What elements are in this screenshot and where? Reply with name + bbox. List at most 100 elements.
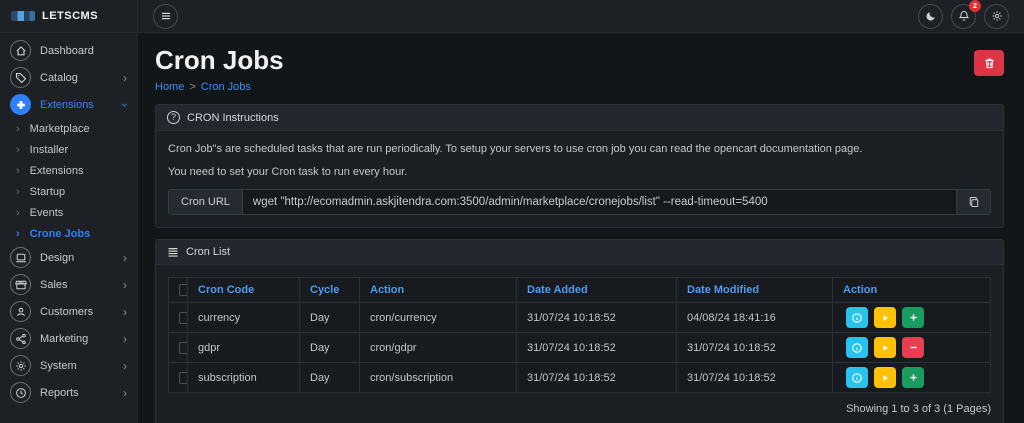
sidebar-item-label: Reports — [40, 387, 114, 399]
caret-icon: › — [16, 165, 20, 177]
sidebar-subitem-marketplace[interactable]: › Marketplace — [0, 118, 137, 139]
caret-icon: › — [16, 144, 20, 156]
sidebar-item-extensions[interactable]: Extensions › — [0, 91, 137, 118]
user-icon — [10, 301, 31, 322]
date-added-cell: 31/07/24 10:18:52 — [517, 303, 677, 333]
sort-action-link[interactable]: Action — [370, 284, 404, 296]
topbar: 2 — [138, 0, 1024, 33]
sidebar-toggle-button[interactable] — [153, 4, 178, 29]
caret-icon: › — [16, 228, 20, 240]
run-button[interactable] — [874, 337, 896, 358]
sidebar-subitem-events[interactable]: › Events — [0, 202, 137, 223]
sidebar-item-system[interactable]: System › — [0, 352, 137, 379]
sidebar-item-customers[interactable]: Customers › — [0, 298, 137, 325]
cron-instructions-title: CRON Instructions — [187, 112, 279, 124]
dark-mode-toggle-button[interactable] — [918, 4, 943, 29]
row-checkbox[interactable] — [179, 312, 188, 324]
clock-icon — [10, 382, 31, 403]
moon-icon — [925, 10, 937, 22]
notifications-button[interactable]: 2 — [951, 4, 976, 29]
sidebar-item-label: Dashboard — [40, 45, 127, 57]
row-checkbox[interactable] — [179, 342, 188, 354]
sort-cron-code-link[interactable]: Cron Code — [198, 284, 254, 296]
sidebar-item-sales[interactable]: Sales › — [0, 271, 137, 298]
cron-list-title: Cron List — [186, 246, 230, 258]
chevron-right-icon: › — [123, 72, 127, 84]
chevron-right-icon: › — [123, 333, 127, 345]
select-all-checkbox[interactable] — [179, 284, 188, 296]
sidebar-item-label: System — [40, 360, 114, 372]
pagination-status: Showing 1 to 3 of 3 (1 Pages) — [168, 403, 991, 417]
cron-url-input[interactable] — [242, 189, 957, 215]
caret-icon: › — [16, 207, 20, 219]
sidebar-subitem-crone-jobs[interactable]: › Crone Jobs — [0, 223, 137, 244]
caret-icon: › — [16, 186, 20, 198]
date-added-cell: 31/07/24 10:18:52 — [517, 333, 677, 363]
sidebar-item-marketing[interactable]: Marketing › — [0, 325, 137, 352]
delete-button[interactable] — [974, 50, 1004, 76]
copy-button[interactable] — [957, 189, 991, 215]
cron-instructions-header: ? CRON Instructions — [156, 105, 1003, 131]
cron-code-cell: currency — [188, 303, 300, 333]
sidebar-subitem-startup[interactable]: › Startup — [0, 181, 137, 202]
sidebar-item-label: Catalog — [40, 72, 114, 84]
list-icon — [167, 246, 179, 258]
enable-button[interactable] — [902, 307, 924, 328]
info-button[interactable] — [846, 307, 868, 328]
sidebar-item-label: Marketing — [40, 333, 114, 345]
sidebar-item-design[interactable]: Design › — [0, 244, 137, 271]
instructions-paragraph-1: Cron Job"s are scheduled tasks that are … — [168, 143, 991, 155]
sidebar-subitem-extensions[interactable]: › Extensions — [0, 160, 137, 181]
share-icon — [10, 328, 31, 349]
sidebar-nav: Dashboard Catalog › Extensions › › Marke… — [0, 33, 137, 406]
enable-button[interactable] — [902, 367, 924, 388]
trash-icon — [983, 57, 996, 70]
sidebar-item-reports[interactable]: Reports › — [0, 379, 137, 406]
page-title: Cron Jobs — [155, 45, 284, 76]
chevron-right-icon: › — [123, 387, 127, 399]
table-row: subscription Day cron/subscription 31/07… — [169, 363, 991, 393]
brand-logo[interactable]: LETSCMS — [0, 0, 137, 33]
breadcrumb-separator: > — [189, 81, 195, 93]
topbar-actions: 2 — [918, 4, 1009, 29]
action-column-header: Action — [833, 278, 991, 303]
breadcrumb-current-link[interactable]: Cron Jobs — [201, 81, 251, 93]
letscms-logo-icon — [11, 11, 35, 21]
home-icon — [10, 40, 31, 61]
action-cell: cron/subscription — [360, 363, 517, 393]
action-cell: cron/currency — [360, 303, 517, 333]
sidebar-item-dashboard[interactable]: Dashboard — [0, 37, 137, 64]
info-button[interactable] — [846, 337, 868, 358]
caret-icon: › — [16, 123, 20, 135]
breadcrumb-home-link[interactable]: Home — [155, 81, 184, 93]
cron-instructions-body: Cron Job"s are scheduled tasks that are … — [156, 131, 1003, 227]
gear-icon — [991, 10, 1003, 22]
table-row: currency Day cron/currency 31/07/24 10:1… — [169, 303, 991, 333]
table-header-row: Cron Code Cycle Action Date Added Date M… — [169, 278, 991, 303]
main-area: 2 Cron Jobs Home > Cron Jobs — [138, 0, 1024, 423]
date-modified-cell: 31/07/24 10:18:52 — [677, 363, 833, 393]
run-button[interactable] — [874, 367, 896, 388]
sidebar-item-catalog[interactable]: Catalog › — [0, 64, 137, 91]
puzzle-icon — [10, 94, 31, 115]
info-button[interactable] — [846, 367, 868, 388]
cron-list-header: Cron List — [156, 240, 1003, 265]
sort-date-added-link[interactable]: Date Added — [527, 284, 588, 296]
chevron-right-icon: › — [123, 252, 127, 264]
sidebar: LETSCMS Dashboard Catalog › Exten — [0, 0, 138, 423]
cycle-cell: Day — [300, 363, 360, 393]
settings-button[interactable] — [984, 4, 1009, 29]
cron-code-cell: subscription — [188, 363, 300, 393]
sidebar-subitem-installer[interactable]: › Installer — [0, 139, 137, 160]
cron-url-group: Cron URL — [168, 189, 991, 215]
sidebar-subitem-label: Marketplace — [30, 123, 90, 135]
disable-button[interactable] — [902, 337, 924, 358]
laptop-icon — [10, 247, 31, 268]
question-circle-icon: ? — [167, 111, 180, 124]
sidebar-item-label: Design — [40, 252, 114, 264]
sort-cycle-link[interactable]: Cycle — [310, 284, 339, 296]
run-button[interactable] — [874, 307, 896, 328]
sidebar-item-label: Customers — [40, 306, 114, 318]
row-checkbox[interactable] — [179, 372, 188, 384]
sort-date-modified-link[interactable]: Date Modified — [687, 284, 759, 296]
